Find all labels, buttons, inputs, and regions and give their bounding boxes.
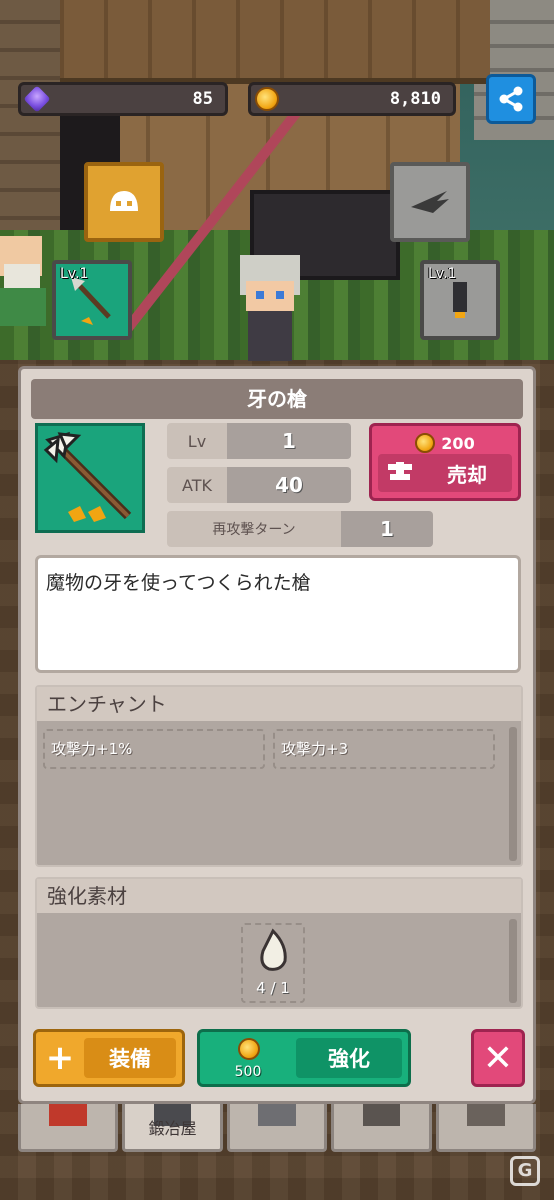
enhance-label: 強化 — [296, 1038, 402, 1078]
npc-beard — [4, 264, 40, 290]
nav-tab-weapons[interactable] — [226, 1104, 328, 1152]
creature-icon — [466, 1104, 505, 1126]
enchant-heading: エンチャント — [37, 687, 521, 721]
armor-icon — [453, 282, 467, 318]
equip-slot-helmet[interactable] — [84, 162, 164, 242]
nav-tab-treasure[interactable] — [18, 1104, 119, 1152]
smithy-roof — [20, 0, 490, 84]
material-count: 4 / 1 — [256, 979, 290, 997]
crossed-swords-icon — [258, 1104, 296, 1126]
sell-button[interactable]: 200 売却 — [369, 423, 521, 501]
hero-eye — [276, 291, 284, 299]
sell-price-amount: 200 — [441, 433, 475, 453]
materials-scrollbar[interactable] — [509, 919, 517, 1003]
stat-attack: ATK 40 — [167, 467, 351, 503]
equip-slot-weapon[interactable]: Lv.1 — [52, 260, 132, 340]
close-icon: ✕ — [482, 1037, 514, 1079]
stat-label: ATK — [167, 467, 227, 503]
nav-tab-monsters[interactable] — [331, 1104, 432, 1152]
plus-icon: + — [45, 1038, 75, 1078]
nav-tab-label: 鍛冶屋 — [148, 1119, 197, 1138]
enhance-button[interactable]: 500 強化 — [197, 1029, 411, 1087]
bottom-nav: 鍛冶屋 — [18, 1104, 537, 1152]
wing-icon — [411, 191, 449, 213]
equip-label: 装備 — [84, 1038, 176, 1078]
equip-button[interactable]: + 装備 — [33, 1029, 185, 1087]
gem-icon — [23, 85, 51, 113]
hero-body — [248, 311, 292, 361]
slot-level: Lv.1 — [60, 266, 89, 282]
coin-icon — [415, 433, 436, 453]
stat-value: 1 — [341, 511, 433, 547]
npc-body — [0, 288, 46, 326]
blacksmith-npc[interactable] — [0, 236, 46, 326]
watermark-logo: G — [510, 1156, 540, 1186]
material-slot[interactable]: 4 / 1 — [241, 923, 305, 1003]
monster-icon — [362, 1104, 401, 1126]
stat-reattack-turn: 再攻撃ターン 1 — [167, 511, 433, 547]
enchant-item: 攻撃力+3 — [273, 729, 495, 769]
stat-label: 再攻撃ターン — [167, 511, 341, 547]
equip-slot-armor[interactable]: Lv.1 — [420, 260, 500, 340]
sell-price: 200 — [372, 430, 518, 456]
stat-level: Lv 1 — [167, 423, 351, 459]
stat-label: Lv — [167, 423, 227, 459]
share-icon — [499, 86, 523, 112]
enchant-panel: エンチャント 攻撃力+1% 攻撃力+3 — [35, 685, 523, 867]
gem-counter: 85 — [18, 82, 228, 116]
coin-amount: 8,810 — [389, 89, 441, 109]
sell-button-inner: 売却 — [378, 454, 512, 492]
coin-icon — [238, 1038, 260, 1060]
sell-label: 売却 — [447, 462, 487, 487]
nav-tab-other[interactable] — [435, 1104, 537, 1152]
materials-panel: 強化素材 4 / 1 — [35, 877, 523, 1009]
player-character[interactable] — [236, 255, 304, 365]
stat-value: 1 — [227, 423, 351, 459]
item-name: 牙の槍 — [31, 379, 523, 419]
stat-value: 40 — [227, 467, 351, 503]
helmet-icon — [110, 191, 138, 211]
materials-heading: 強化素材 — [37, 879, 521, 913]
sell-icon — [378, 454, 422, 492]
item-detail-dialog: 牙の槍 Lv 1 ATK 40 再攻撃ターン 1 200 売却 魔物の牙を使って… — [18, 366, 536, 1104]
share-button[interactable] — [486, 74, 536, 124]
enhance-cost-amount: 500 — [234, 1064, 262, 1080]
gem-amount: 85 — [192, 89, 213, 109]
hero-eye — [256, 291, 264, 299]
fang-icon — [260, 928, 287, 971]
coin-counter: 8,810 — [248, 82, 456, 116]
item-image — [35, 423, 145, 533]
close-button[interactable]: ✕ — [471, 1029, 525, 1087]
enchant-scrollbar[interactable] — [509, 727, 517, 861]
coin-icon — [255, 87, 279, 111]
fang-spear-icon — [43, 431, 132, 522]
enchant-item: 攻撃力+1% — [43, 729, 265, 769]
hero-face — [246, 281, 294, 311]
enhance-cost: 500 — [200, 1032, 296, 1084]
item-description: 魔物の牙を使ってつくられた槍 — [35, 555, 521, 673]
slot-level: Lv.1 — [428, 266, 457, 282]
equip-slot-accessory[interactable] — [390, 162, 470, 242]
treasure-icon — [49, 1104, 88, 1126]
nav-tab-smithy[interactable]: 鍛冶屋 — [122, 1104, 223, 1152]
